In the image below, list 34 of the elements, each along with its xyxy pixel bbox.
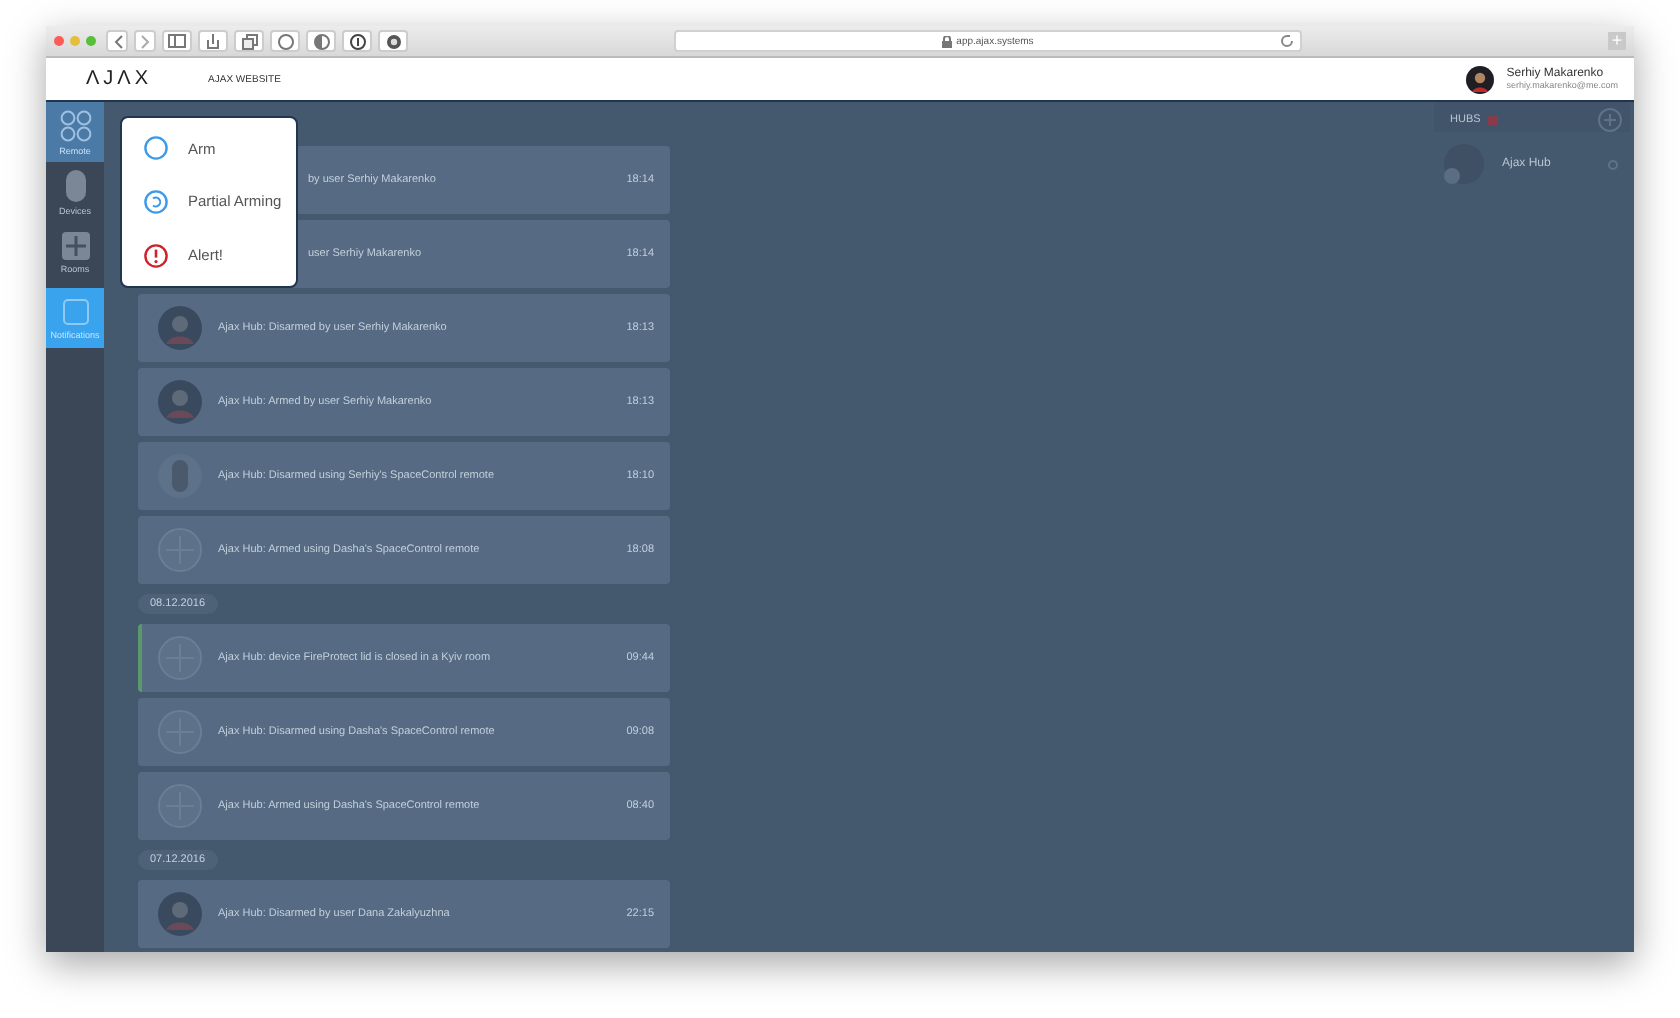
sidebar-icon bbox=[168, 34, 186, 48]
extension-button[interactable] bbox=[306, 30, 336, 52]
status-icon bbox=[1608, 159, 1618, 169]
back-button[interactable] bbox=[106, 30, 128, 52]
alert-icon bbox=[144, 243, 168, 268]
notification-badge bbox=[1488, 115, 1499, 125]
person-avatar bbox=[158, 892, 202, 936]
share-icon bbox=[206, 33, 220, 49]
sidebar-button[interactable] bbox=[162, 30, 192, 52]
room-icon bbox=[61, 231, 89, 259]
toggle-icon bbox=[313, 33, 329, 49]
avatar[interactable] bbox=[1466, 65, 1495, 93]
square-icon bbox=[61, 297, 89, 325]
share-button[interactable] bbox=[198, 30, 228, 52]
chevron-left-icon bbox=[111, 33, 123, 49]
chevron-right-icon bbox=[139, 33, 151, 49]
person-avatar bbox=[158, 306, 202, 350]
device-icon bbox=[63, 169, 87, 201]
lock-icon bbox=[942, 35, 953, 47]
tabs-icon bbox=[241, 33, 257, 49]
tabs-button[interactable] bbox=[234, 30, 264, 52]
remote-icon bbox=[158, 454, 202, 498]
circle-icon bbox=[144, 136, 168, 161]
extension-button[interactable] bbox=[270, 30, 300, 52]
four-circles-icon bbox=[59, 109, 91, 141]
extension-button[interactable] bbox=[342, 30, 372, 52]
person-avatar bbox=[158, 380, 202, 424]
reload-icon[interactable] bbox=[1280, 34, 1294, 48]
close-icon[interactable] bbox=[54, 36, 64, 46]
extension-button[interactable] bbox=[378, 30, 408, 52]
partial-circle-icon bbox=[144, 189, 168, 214]
forward-button[interactable] bbox=[134, 30, 156, 52]
logo[interactable]: ΛJΛX bbox=[86, 68, 153, 90]
hub-icon bbox=[1442, 142, 1486, 186]
